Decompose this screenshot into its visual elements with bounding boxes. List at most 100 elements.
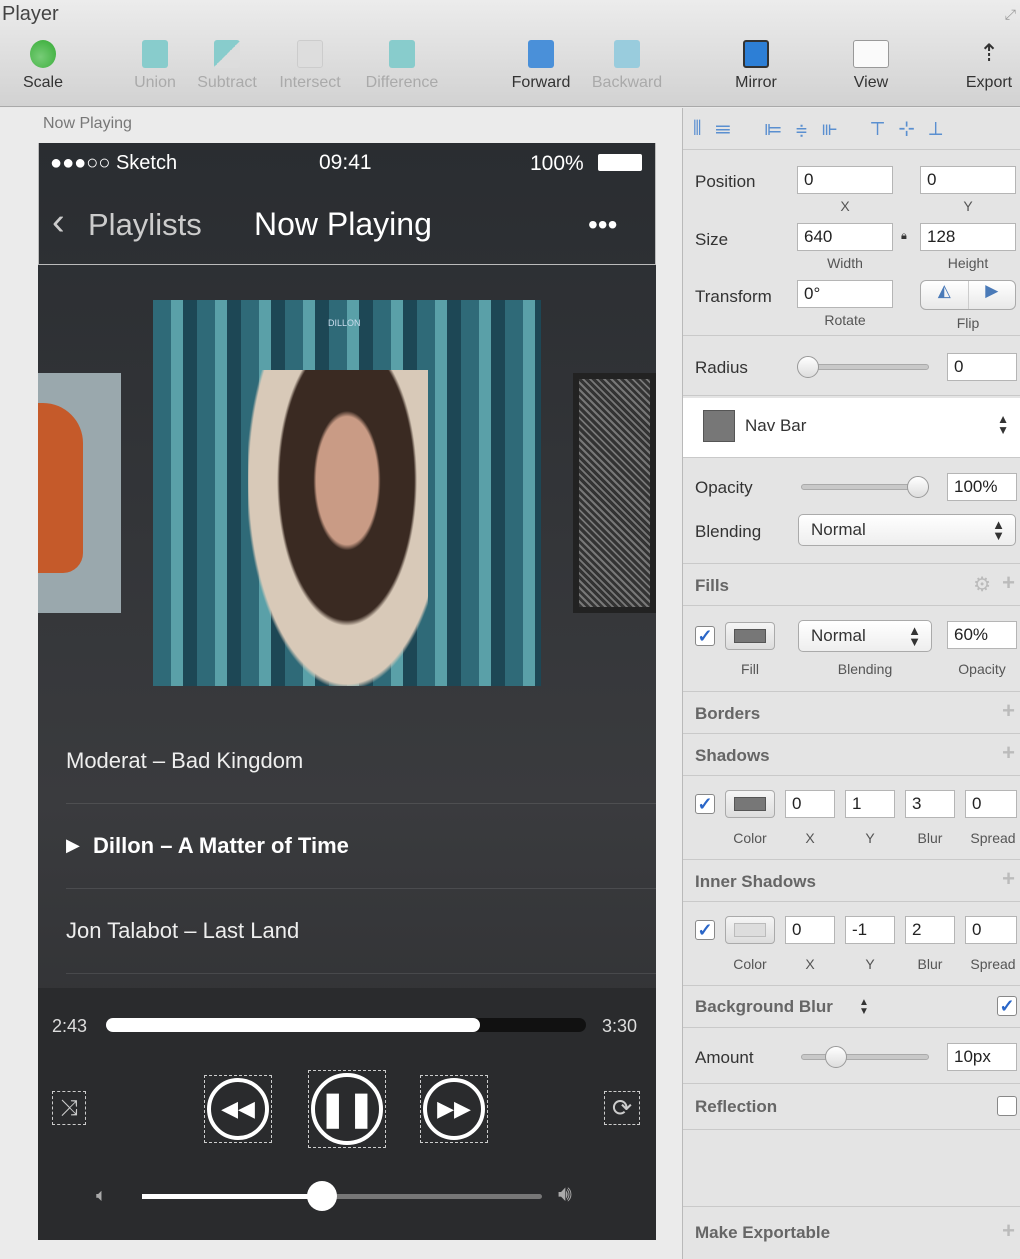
album-title-text: DILLON: [328, 318, 361, 328]
shared-style-select[interactable]: Nav Bar ▲ ▼: [683, 398, 1020, 458]
add-export-button[interactable]: +: [1002, 1218, 1015, 1244]
elapsed-time: 2:43: [52, 1016, 88, 1036]
style-name: Nav Bar: [745, 416, 807, 435]
label: Export: [965, 74, 1013, 91]
label: Mirror: [735, 74, 777, 91]
shadow-x-input[interactable]: 0: [785, 790, 835, 818]
radius-label: Radius: [695, 358, 748, 377]
flip-vertical-icon[interactable]: ▶: [969, 281, 1016, 309]
amount-label: Amount: [695, 1048, 754, 1067]
lock-icon[interactable]: 🔒︎: [901, 230, 907, 243]
toolbar-forward-button[interactable]: Forward: [496, 40, 586, 92]
nav-bar[interactable]: [38, 143, 656, 265]
shuffle-button[interactable]: ⤨: [52, 1091, 86, 1125]
inner-shadow-x-input[interactable]: 0: [785, 916, 835, 944]
blending-select[interactable]: Normal ▲ ▼: [798, 514, 1016, 546]
volume-knob[interactable]: [307, 1181, 337, 1211]
subtract-icon: [214, 40, 240, 68]
blur-type-arrows-icon[interactable]: ▲ ▼: [859, 998, 869, 1017]
inner-shadow-enabled-checkbox[interactable]: ✓: [695, 920, 715, 940]
add-shadow-button[interactable]: +: [1002, 740, 1015, 766]
pause-button[interactable]: ❚❚: [308, 1070, 386, 1148]
label: Backward: [591, 74, 663, 91]
add-fill-button[interactable]: +: [1002, 570, 1015, 596]
volume-slider[interactable]: [142, 1181, 542, 1211]
blur-amount-input[interactable]: 10px: [947, 1043, 1017, 1071]
progress-bar[interactable]: [106, 1018, 586, 1032]
song-item[interactable]: Jon Talabot – Last Land: [66, 918, 299, 944]
more-button[interactable]: •••: [588, 209, 617, 241]
style-swatch: [703, 410, 735, 442]
prev-album-art[interactable]: [38, 373, 121, 613]
shuffle-icon: ⤨: [60, 1095, 78, 1120]
next-album-art[interactable]: [573, 373, 656, 613]
shadow-blur-input[interactable]: 3: [905, 790, 955, 818]
back-chevron-icon[interactable]: ‹: [52, 201, 65, 244]
flip-buttons: ◭ ▶: [920, 280, 1016, 310]
radius-knob[interactable]: [797, 356, 819, 378]
color-label: Color: [733, 956, 767, 972]
song-item[interactable]: Moderat – Bad Kingdom: [66, 748, 303, 774]
rewind-button[interactable]: ◀◀: [204, 1075, 272, 1143]
toolbar-scale-button[interactable]: Scale: [0, 40, 88, 92]
window-title: Player: [2, 3, 59, 25]
artboard-now-playing[interactable]: ●●●○○ Sketch 09:41 100% ‹ Playlists Now …: [38, 143, 656, 1240]
opacity-knob[interactable]: [907, 476, 929, 498]
align-toolbar-icons[interactable]: ⫴☰ ⊫≑⊪ ⊤⊹⊥: [693, 116, 956, 141]
fill-opacity-input[interactable]: 60%: [947, 621, 1017, 649]
toolbar-export-button[interactable]: ⇡ Export: [944, 40, 1020, 92]
album-art[interactable]: DILLON: [153, 300, 541, 686]
rotate-input[interactable]: 0°: [797, 280, 893, 308]
fill-color-swatch[interactable]: [725, 622, 775, 650]
shadow-color-swatch[interactable]: [725, 790, 775, 818]
radius-slider[interactable]: [801, 364, 929, 370]
inner-shadow-color-swatch[interactable]: [725, 916, 775, 944]
shadow-y-input[interactable]: 1: [845, 790, 895, 818]
fill-blending-value: Normal: [811, 626, 866, 645]
blur-amount-slider[interactable]: [801, 1054, 929, 1060]
reflection-header: Reflection: [695, 1097, 778, 1116]
toolbar-backward-button[interactable]: Backward: [582, 40, 672, 92]
inner-shadow-blur-input[interactable]: 2: [905, 916, 955, 944]
total-time: 3:30: [602, 1016, 638, 1036]
radius-input[interactable]: 0: [947, 353, 1017, 381]
flip-label: Flip: [956, 315, 980, 331]
blending-label: Blending: [695, 522, 762, 541]
position-x-input[interactable]: 0: [797, 166, 893, 194]
fill-blending-label: Blending: [837, 661, 893, 677]
toolbar-subtract-button[interactable]: Subtract: [182, 40, 272, 92]
toolbar-intersect-button[interactable]: Intersect: [265, 40, 355, 92]
shadow-spread-input[interactable]: 0: [965, 790, 1017, 818]
width-input[interactable]: 640: [797, 223, 893, 251]
fullscreen-icon[interactable]: ⤢: [1005, 6, 1016, 23]
toolbar-difference-button[interactable]: Difference: [357, 40, 447, 92]
inner-shadow-spread-input[interactable]: 0: [965, 916, 1017, 944]
nav-title: Now Playing: [254, 206, 432, 242]
repeat-icon: ⟳: [611, 1094, 633, 1122]
flip-horizontal-icon[interactable]: ◭: [921, 281, 969, 309]
song-item-playing[interactable]: Dillon – A Matter of Time: [93, 833, 349, 859]
repeat-button[interactable]: ⟳: [604, 1091, 640, 1125]
blur-amount-knob[interactable]: [824, 1046, 847, 1068]
height-input[interactable]: 128: [920, 223, 1016, 251]
add-border-button[interactable]: +: [1002, 698, 1015, 724]
rotate-label: Rotate: [824, 312, 866, 328]
position-y-input[interactable]: 0: [920, 166, 1016, 194]
opacity-label: Opacity: [695, 478, 753, 497]
artboard-label[interactable]: Now Playing: [43, 115, 132, 133]
fast-forward-button[interactable]: ▶▶: [420, 1075, 488, 1143]
toolbar-mirror-button[interactable]: Mirror: [711, 40, 801, 92]
toolbar-view-button[interactable]: View: [826, 40, 916, 92]
back-button[interactable]: Playlists: [88, 207, 202, 243]
inner-shadow-y-input[interactable]: -1: [845, 916, 895, 944]
gear-icon[interactable]: ⚙: [973, 572, 991, 597]
add-inner-shadow-button[interactable]: +: [1002, 866, 1015, 892]
background-blur-header[interactable]: Background Blur: [695, 997, 833, 1017]
background-blur-checkbox[interactable]: ✓: [997, 996, 1017, 1016]
fill-enabled-checkbox[interactable]: ✓: [695, 626, 715, 646]
reflection-checkbox[interactable]: [997, 1096, 1017, 1116]
opacity-input[interactable]: 100%: [947, 473, 1017, 501]
fill-blending-select[interactable]: Normal ▲ ▼: [798, 620, 932, 652]
shadow-enabled-checkbox[interactable]: ✓: [695, 794, 715, 814]
y-label: Y: [865, 830, 875, 846]
